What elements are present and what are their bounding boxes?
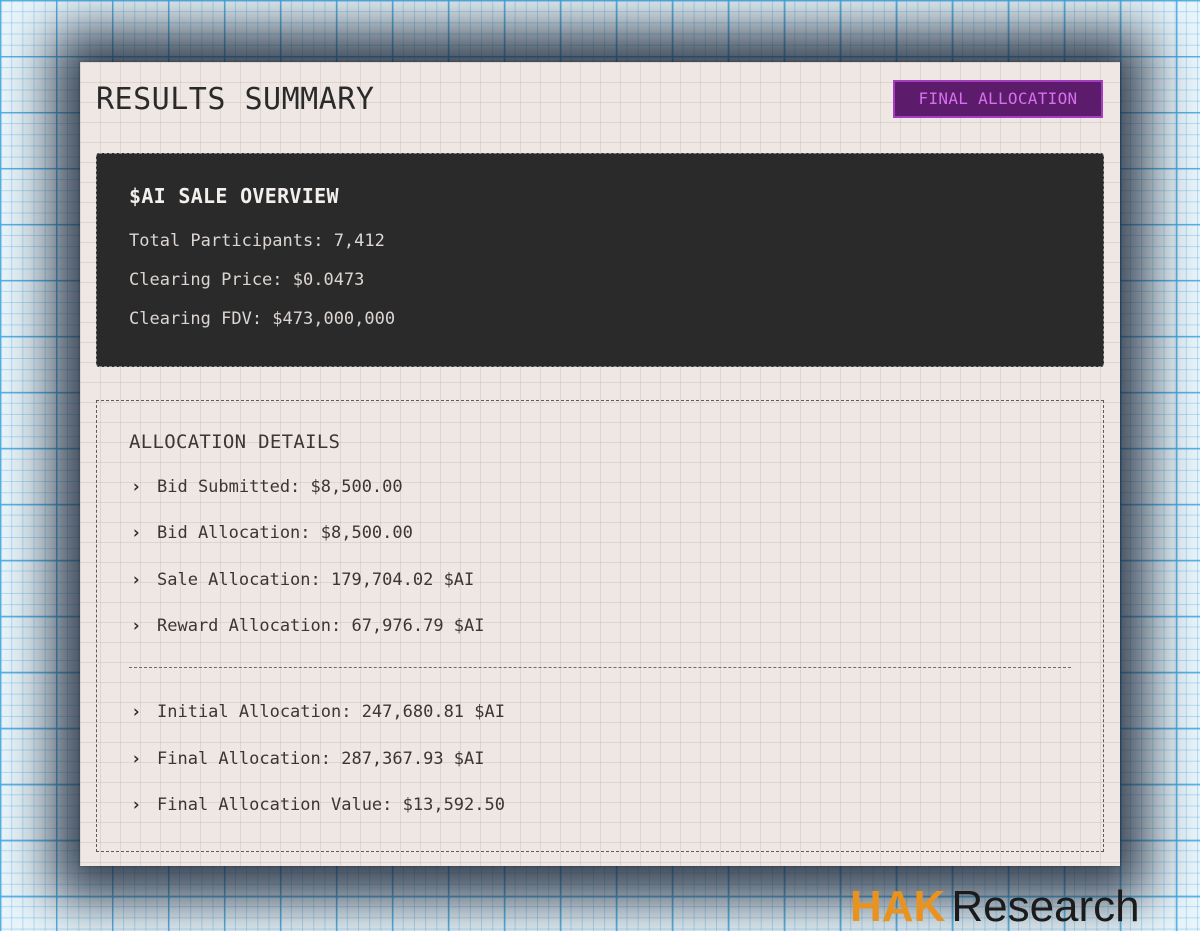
total-participants: Total Participants: 7,412 <box>129 231 385 251</box>
clearing-price: Clearing Price: $0.0473 <box>129 270 365 290</box>
chevron-right-icon: › <box>131 523 142 543</box>
allocation-details-panel: ALLOCATION DETAILS › Bid Submitted: $8,50… <box>96 400 1104 852</box>
page-title: RESULTS SUMMARY <box>96 82 375 117</box>
detail-text: Sale Allocation: 179,704.02 $AI <box>157 570 475 590</box>
hak-research-watermark: HAK Research <box>850 884 1140 930</box>
detail-sale-allocation: › Sale Allocation: 179,704.02 $AI <box>131 570 474 590</box>
clearing-fdv: Clearing FDV: $473,000,000 <box>129 309 396 329</box>
detail-final-allocation-value: › Final Allocation Value: $13,592.50 <box>131 795 505 815</box>
detail-bid-submitted: › Bid Submitted: $8,500.00 <box>131 477 403 497</box>
detail-text: Bid Allocation: $8,500.00 <box>157 523 413 543</box>
detail-text: Final Allocation Value: $13,592.50 <box>157 795 505 815</box>
chevron-right-icon: › <box>131 795 142 815</box>
final-allocation-badge: FINAL ALLOCATION <box>893 80 1103 118</box>
chevron-right-icon: › <box>131 477 142 497</box>
chevron-right-icon: › <box>131 702 142 722</box>
details-title: ALLOCATION DETAILS <box>129 431 341 453</box>
results-card: RESULTS SUMMARY FINAL ALLOCATION $AI SAL… <box>80 62 1120 866</box>
watermark-brand: HAK <box>850 882 946 931</box>
watermark-text: Research <box>951 882 1140 931</box>
overview-title: $AI SALE OVERVIEW <box>129 184 339 208</box>
detail-text: Reward Allocation: 67,976.79 $AI <box>157 616 485 636</box>
divider <box>129 667 1071 668</box>
chevron-right-icon: › <box>131 749 142 769</box>
detail-text: Final Allocation: 287,367.93 $AI <box>157 749 485 769</box>
detail-text: Bid Submitted: $8,500.00 <box>157 477 403 497</box>
detail-reward-allocation: › Reward Allocation: 67,976.79 $AI <box>131 616 485 636</box>
detail-bid-allocation: › Bid Allocation: $8,500.00 <box>131 523 413 543</box>
sale-overview-panel: $AI SALE OVERVIEW Total Participants: 7,… <box>96 153 1104 367</box>
detail-initial-allocation: › Initial Allocation: 247,680.81 $AI <box>131 702 505 722</box>
chevron-right-icon: › <box>131 616 142 636</box>
detail-text: Initial Allocation: 247,680.81 $AI <box>157 702 505 722</box>
detail-final-allocation: › Final Allocation: 287,367.93 $AI <box>131 749 485 769</box>
chevron-right-icon: › <box>131 570 142 590</box>
